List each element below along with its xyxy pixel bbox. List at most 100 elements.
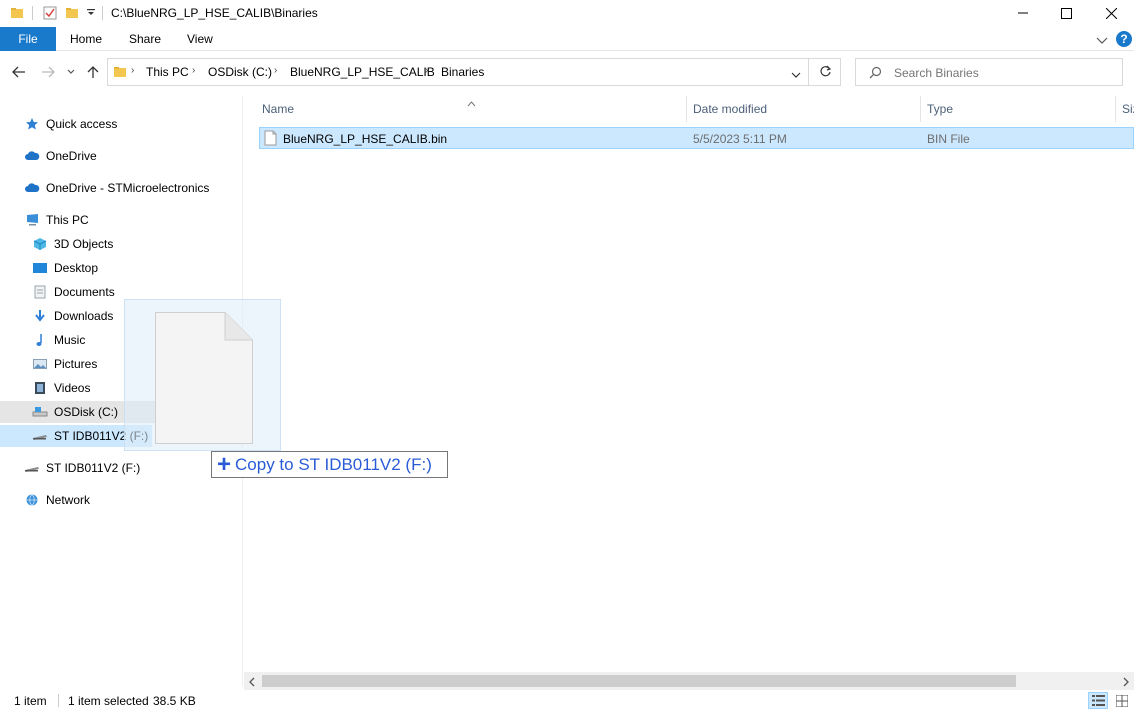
chevron-right-icon[interactable]: ›	[131, 65, 134, 76]
address-dropdown-icon[interactable]	[791, 68, 801, 82]
item-count: 1 item	[14, 694, 47, 708]
tab-view[interactable]: View	[187, 27, 213, 51]
plus-icon: +	[217, 450, 232, 478]
search-box[interactable]	[855, 58, 1123, 86]
selection-size: 38.5 KB	[153, 694, 196, 708]
sidebar-item-videos[interactable]: Videos	[32, 377, 90, 399]
chevron-right-icon[interactable]: ›	[192, 65, 195, 76]
breadcrumb-osdisk[interactable]: OSDisk (C:)	[208, 65, 272, 79]
new-folder-icon[interactable]	[65, 5, 79, 21]
customize-qat-icon[interactable]	[86, 5, 96, 21]
cloud-icon	[24, 180, 40, 196]
status-bar: 1 item 1 item selected 38.5 KB	[0, 690, 1134, 711]
details-view-button[interactable]	[1088, 692, 1108, 709]
ribbon: File Home Share View ?	[0, 27, 1134, 51]
expand-ribbon-icon[interactable]	[1096, 34, 1108, 48]
folder-icon	[10, 5, 24, 21]
column-header-name[interactable]: Name	[262, 102, 294, 116]
sidebar-item-3d-objects[interactable]: 3D Objects	[32, 233, 113, 255]
properties-icon[interactable]	[43, 5, 57, 21]
chevron-right-icon[interactable]: ›	[425, 65, 428, 76]
divider	[808, 59, 809, 85]
scroll-right-icon[interactable]	[1122, 676, 1130, 690]
title-bar: C:\BlueNRG_LP_HSE_CALIB\Binaries	[0, 0, 1134, 27]
sidebar-item-label: OneDrive	[46, 149, 97, 163]
sidebar-item-quick-access[interactable]: Quick access	[24, 113, 117, 135]
usb-drive-icon	[24, 460, 40, 476]
table-row[interactable]: BlueNRG_LP_HSE_CALIB.bin 5/5/2023 5:11 P…	[259, 127, 1134, 149]
sidebar-item-label: Quick access	[46, 117, 118, 131]
cube-icon	[32, 236, 48, 252]
file-type: BIN File	[927, 132, 970, 146]
minimize-button[interactable]	[1000, 0, 1046, 26]
sidebar-item-label: Network	[46, 493, 91, 507]
sidebar-item-osdisk[interactable]: OSDisk (C:)	[32, 401, 118, 423]
sidebar-item-downloads[interactable]: Downloads	[32, 305, 113, 327]
column-divider[interactable]	[920, 96, 921, 122]
documents-icon	[32, 284, 48, 300]
file-date: 5/5/2023 5:11 PM	[693, 132, 787, 146]
tab-share[interactable]: Share	[129, 27, 161, 51]
sidebar-item-st-drive-root[interactable]: ST IDB011V2 (F:)	[24, 457, 140, 479]
close-button[interactable]	[1088, 0, 1134, 26]
column-header-type[interactable]: Type	[927, 102, 953, 116]
breadcrumb-this-pc[interactable]: This PC	[146, 65, 189, 79]
star-icon	[24, 116, 40, 132]
tab-home[interactable]: Home	[70, 27, 102, 51]
divider	[58, 694, 59, 707]
breadcrumb-binaries[interactable]: Binaries	[441, 65, 484, 79]
sidebar-item-label: 3D Objects	[54, 237, 114, 251]
sidebar-item-music[interactable]: Music	[32, 329, 85, 351]
drag-file-icon	[155, 312, 253, 447]
sidebar-item-label: ST IDB011V2 (F:)	[46, 461, 141, 475]
column-header-size[interactable]: Size	[1122, 102, 1134, 116]
selection-count: 1 item selected	[68, 694, 149, 708]
search-input[interactable]	[894, 64, 1114, 81]
search-icon	[869, 66, 882, 82]
network-icon	[24, 492, 40, 508]
sidebar-item-label: Videos	[54, 381, 91, 395]
sidebar-item-onedrive-st[interactable]: OneDrive - STMicroelectronics	[24, 177, 209, 199]
sidebar-item-label: Desktop	[54, 261, 99, 275]
column-header-date[interactable]: Date modified	[693, 102, 767, 116]
back-button[interactable]	[9, 60, 29, 84]
tab-file[interactable]: File	[0, 27, 56, 51]
address-bar[interactable]: › This PC › OSDisk (C:) › BlueNRG_LP_HSE…	[107, 58, 841, 86]
sidebar-item-pictures[interactable]: Pictures	[32, 353, 97, 375]
sidebar-item-desktop[interactable]: Desktop	[32, 257, 98, 279]
window-title: C:\BlueNRG_LP_HSE_CALIB\Binaries	[111, 6, 318, 20]
column-divider[interactable]	[686, 96, 687, 122]
drag-tooltip: + Copy to ST IDB011V2 (F:)	[211, 451, 448, 478]
file-name: BlueNRG_LP_HSE_CALIB.bin	[283, 132, 448, 146]
refresh-icon[interactable]	[819, 65, 832, 81]
column-divider[interactable]	[1115, 96, 1116, 122]
large-icons-view-button[interactable]	[1114, 693, 1130, 708]
desktop-icon	[32, 260, 48, 276]
sidebar-item-label: OSDisk (C:)	[54, 405, 118, 419]
sort-ascending-icon	[467, 96, 476, 110]
recent-locations-icon[interactable]	[64, 60, 78, 84]
breadcrumb-project[interactable]: BlueNRG_LP_HSE_CALIB	[290, 65, 435, 79]
sidebar-item-this-pc[interactable]: This PC	[24, 209, 89, 231]
scrollbar-thumb[interactable]	[262, 675, 1016, 687]
chevron-right-icon[interactable]: ›	[274, 65, 277, 76]
horizontal-scrollbar[interactable]	[244, 672, 1134, 690]
scroll-left-icon[interactable]	[248, 676, 256, 690]
maximize-button[interactable]	[1043, 0, 1089, 26]
sidebar-item-network[interactable]: Network	[24, 489, 90, 511]
music-icon	[32, 332, 48, 348]
forward-button[interactable]	[38, 60, 58, 84]
up-button[interactable]	[83, 60, 103, 84]
help-icon[interactable]: ?	[1116, 31, 1132, 47]
divider	[32, 5, 33, 21]
sidebar-item-documents[interactable]: Documents	[32, 281, 115, 303]
drag-tooltip-label: Copy to ST IDB011V2 (F:)	[235, 454, 432, 474]
divider	[102, 5, 103, 21]
cloud-icon	[24, 148, 40, 164]
file-icon	[264, 130, 277, 149]
sidebar-item-onedrive[interactable]: OneDrive	[24, 145, 97, 167]
sidebar-item-label: This PC	[46, 213, 89, 227]
file-list: Name Date modified Type Size BlueNRG_LP_…	[244, 96, 1134, 672]
sidebar-item-label: Documents	[54, 285, 115, 299]
drag-ghost	[124, 299, 281, 451]
